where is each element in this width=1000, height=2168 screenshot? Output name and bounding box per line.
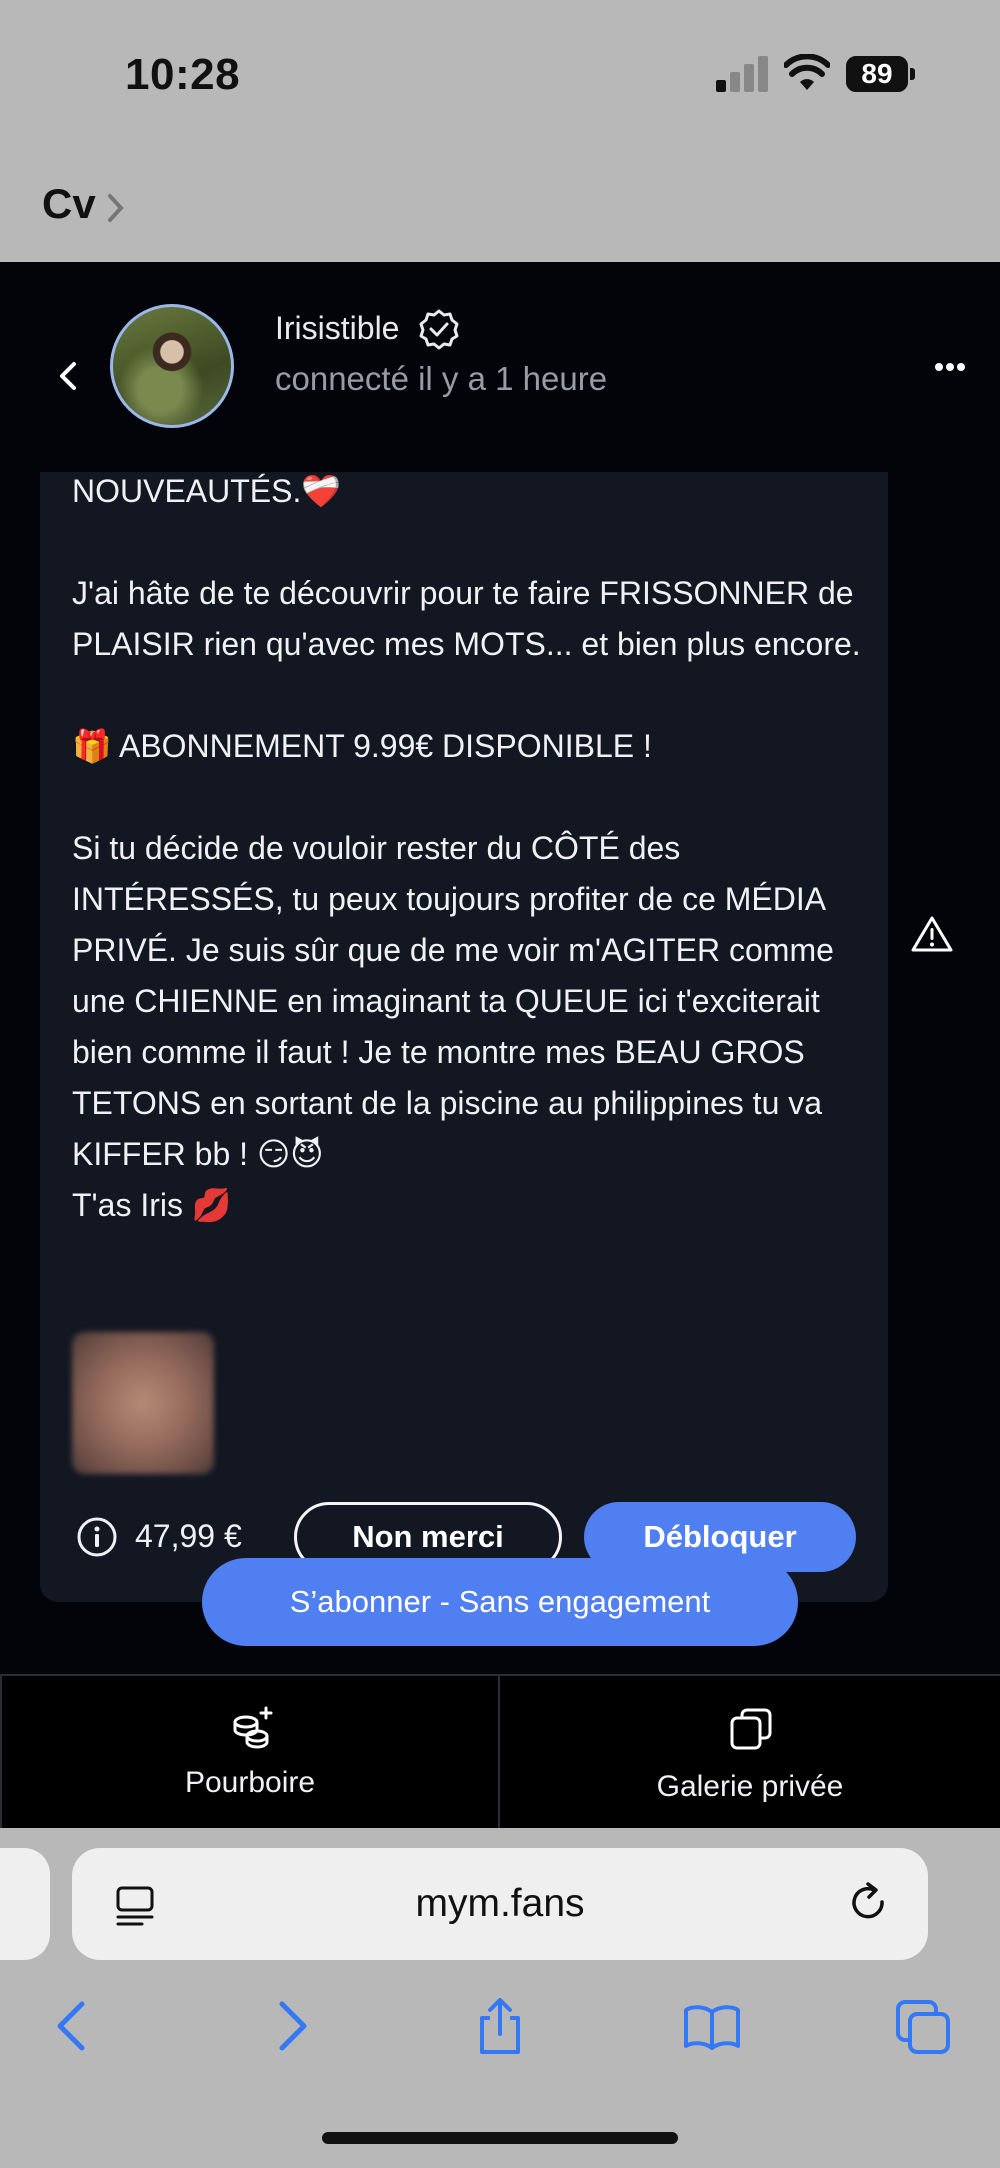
chat-screen: Irisistible connecté il y a 1 heure NOUV… <box>0 262 1000 1830</box>
reload-icon[interactable] <box>846 1880 892 1926</box>
verified-badge-icon <box>419 309 459 350</box>
cellular-signal-icon <box>716 56 768 92</box>
more-options-icon[interactable] <box>934 362 966 372</box>
address-bar[interactable]: mym.fans <box>72 1848 928 1960</box>
tab-tip[interactable]: Pourboire <box>0 1676 500 1830</box>
tab-private-gallery-label: Galerie privée <box>656 1770 844 1803</box>
breadcrumb[interactable]: Cv <box>42 180 96 228</box>
creator-name[interactable]: Irisistible <box>275 310 399 347</box>
status-bar: 10:28 89 <box>0 0 1000 150</box>
avatar[interactable] <box>110 304 234 428</box>
browser-back-icon[interactable] <box>44 1996 104 2056</box>
tabs-overview-icon[interactable] <box>894 1996 954 2056</box>
battery-level: 89 <box>861 58 893 89</box>
bookmarks-icon[interactable] <box>682 1996 742 2056</box>
status-time: 10:28 <box>125 50 241 99</box>
bottom-tabs: Pourboire Galerie privée <box>0 1674 1000 1830</box>
tab-tip-label: Pourboire <box>184 1766 316 1799</box>
info-icon[interactable] <box>76 1516 118 1558</box>
message-card: NOUVEAUTÉS.❤️‍🩹 J'ai hâte de te découvri… <box>40 472 888 1602</box>
message-text: NOUVEAUTÉS.❤️‍🩹 J'ai hâte de te découvri… <box>72 473 861 1223</box>
coins-plus-icon <box>233 1706 273 1749</box>
report-warning-icon[interactable] <box>910 914 954 954</box>
browser-forward-icon[interactable] <box>260 1996 320 2056</box>
blurred-media-thumbnail[interactable] <box>72 1332 214 1474</box>
wifi-icon <box>784 54 830 90</box>
browser-toolbar: mym.fans <box>0 1828 1000 2168</box>
media-price: 47,99 € <box>135 1518 242 1554</box>
previous-tab-edge[interactable] <box>0 1848 50 1960</box>
home-indicator[interactable] <box>322 2132 678 2144</box>
presence-status: connecté il y a 1 heure <box>275 360 608 397</box>
back-arrow-icon[interactable] <box>52 354 84 398</box>
chevron-right-icon <box>108 194 124 222</box>
share-icon[interactable] <box>470 1996 530 2056</box>
gallery-copy-icon <box>730 1708 772 1750</box>
battery-indicator: 89 <box>846 56 916 92</box>
tab-private-gallery[interactable]: Galerie privée <box>500 1676 1000 1830</box>
subscribe-button[interactable]: S’abonner - Sans engagement <box>202 1558 798 1646</box>
url-text[interactable]: mym.fans <box>72 1848 928 1960</box>
